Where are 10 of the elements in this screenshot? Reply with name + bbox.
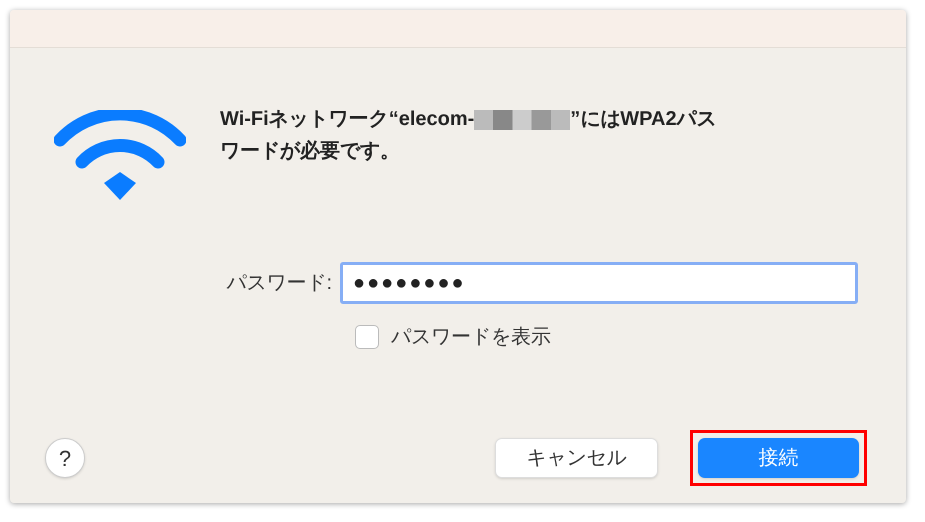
password-label: パスワード: — [225, 271, 333, 296]
dialog-message: Wi-Fiネットワーク“elecom- — [220, 108, 474, 130]
cancel-button[interactable]: キャンセル — [495, 438, 658, 478]
password-field[interactable]: ●●●●●●●● — [340, 262, 858, 304]
show-password-label: パスワードを表示 — [391, 325, 551, 350]
show-password-checkbox[interactable] — [355, 325, 379, 349]
dialog-message: ワードが必要です。 — [220, 140, 400, 162]
help-button[interactable]: ? — [45, 438, 85, 478]
connect-button[interactable]: 接続 — [698, 438, 859, 478]
dialog-message: ”にはWPA2パス — [570, 108, 717, 130]
